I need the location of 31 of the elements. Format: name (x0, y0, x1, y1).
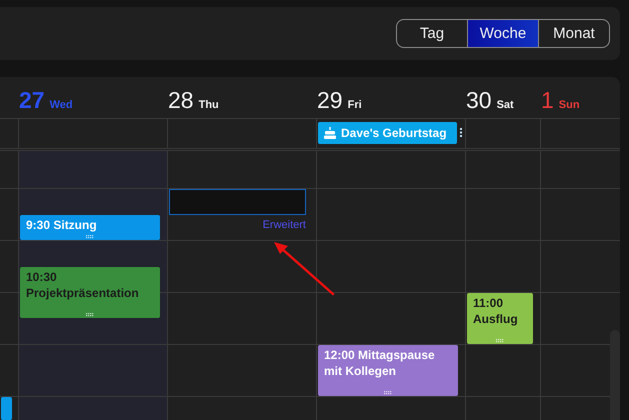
selected-time-slot[interactable] (169, 189, 306, 215)
calendar-event[interactable]: 11:00 Ausflug (467, 293, 533, 344)
scrollbar[interactable] (610, 330, 620, 420)
date-number: 28 (168, 87, 194, 113)
date-number: 27 (19, 87, 45, 113)
weekday-label: Fri (348, 99, 362, 111)
resize-handle-icon[interactable] (460, 128, 462, 137)
calendar-event[interactable]: 10:30 Projektpräsentation (20, 267, 160, 318)
event-title: 12:00 Mittagspause mit Kollegen (324, 348, 435, 378)
weekday-label: Sun (558, 99, 580, 111)
resize-handle-icon[interactable] (86, 235, 94, 239)
resize-handle-icon[interactable] (384, 391, 392, 395)
view-tab[interactable]: Monat (538, 20, 609, 47)
calendar-event[interactable]: 12:00 Mittagspause mit Kollegen (318, 345, 458, 396)
event-title: 9:30 Sitzung (26, 218, 97, 232)
resize-handle-icon[interactable] (86, 313, 94, 317)
date-number: 1 (541, 87, 554, 113)
event-title: Dave's Geburtstag (341, 125, 447, 141)
event-title: 10:30 Projektpräsentation (26, 270, 139, 300)
resize-handle-icon[interactable] (496, 339, 504, 343)
view-tab[interactable]: Tag (397, 20, 467, 47)
date-number: 30 (466, 87, 492, 113)
weekday-label: Wed (50, 99, 73, 111)
weekday-label: Thu (198, 99, 219, 111)
calendar-event[interactable]: 9:30 Sitzung (20, 215, 160, 240)
cake-icon (324, 127, 336, 139)
view-tab[interactable]: Woche (467, 20, 538, 47)
weekday-label: Sat (496, 99, 514, 111)
event-title: 11:00 Ausflug (473, 296, 518, 326)
expand-link[interactable]: Erweitert (262, 219, 306, 231)
date-number: 29 (317, 87, 343, 113)
